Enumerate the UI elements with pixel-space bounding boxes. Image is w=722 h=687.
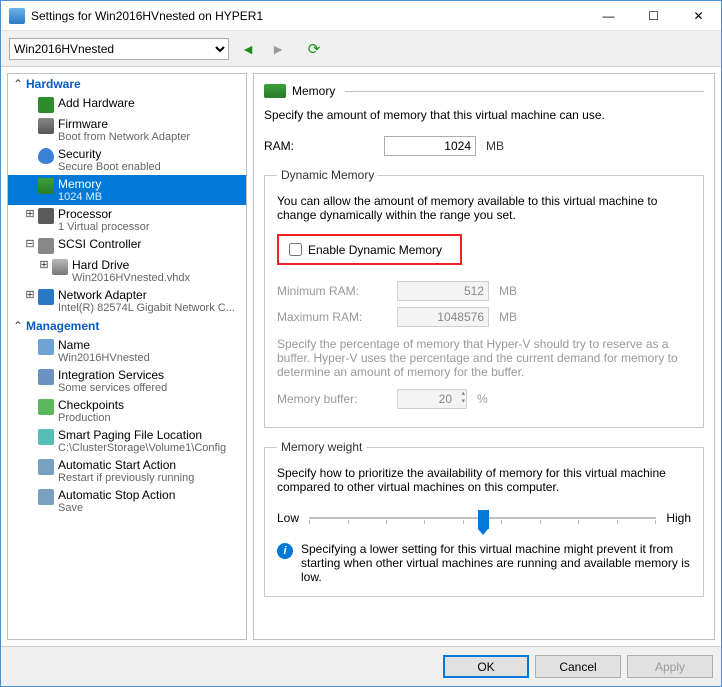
tree-item-integration[interactable]: Integration Services Some services offer… xyxy=(8,366,246,396)
vm-selector[interactable]: Win2016HVnested xyxy=(9,38,229,60)
info-icon: i xyxy=(277,543,293,559)
collapse-icon[interactable]: ⊟ xyxy=(24,237,36,250)
memory-weight-slider[interactable] xyxy=(309,508,656,528)
enable-dynamic-memory-label: Enable Dynamic Memory xyxy=(308,243,442,257)
titlebar: Settings for Win2016HVnested on HYPER1 —… xyxy=(1,1,721,31)
memory-weight-desc: Specify how to prioritize the availabili… xyxy=(277,466,691,494)
settings-window: Settings for Win2016HVnested on HYPER1 —… xyxy=(0,0,722,687)
expand-icon[interactable]: ⊞ xyxy=(24,288,36,301)
memory-header-icon xyxy=(264,84,286,98)
tree-item-checkpoints[interactable]: Checkpoints Production xyxy=(8,396,246,426)
autostop-icon xyxy=(38,489,54,505)
buffer-unit: % xyxy=(477,392,488,406)
dynamic-memory-legend: Dynamic Memory xyxy=(277,168,378,182)
dynamic-memory-desc: You can allow the amount of memory avail… xyxy=(277,194,691,222)
close-button[interactable]: ✕ xyxy=(676,1,721,30)
weight-info-text: Specifying a lower setting for this virt… xyxy=(301,542,691,584)
ram-label: RAM: xyxy=(264,139,374,153)
weight-low-label: Low xyxy=(277,511,299,525)
buffer-label: Memory buffer: xyxy=(277,392,387,406)
tree-item-autostart[interactable]: Automatic Start Action Restart if previo… xyxy=(8,456,246,486)
tree-item-add-hardware[interactable]: Add Hardware xyxy=(8,94,246,115)
expand-icon[interactable]: ⊞ xyxy=(24,207,36,220)
enable-dynamic-memory-highlight: Enable Dynamic Memory xyxy=(277,234,462,265)
memory-weight-legend: Memory weight xyxy=(277,440,366,454)
ram-unit: MB xyxy=(486,139,504,153)
nav-back-button[interactable]: ◄ xyxy=(237,38,259,60)
autostart-icon xyxy=(38,459,54,475)
panel-intro: Specify the amount of memory that this v… xyxy=(264,108,704,122)
panel-title: Memory xyxy=(292,84,335,98)
dialog-buttons: OK Cancel Apply xyxy=(1,646,721,686)
min-ram-unit: MB xyxy=(499,284,517,298)
name-icon xyxy=(38,339,54,355)
window-title: Settings for Win2016HVnested on HYPER1 xyxy=(31,9,586,23)
max-ram-input xyxy=(397,307,489,327)
shield-icon xyxy=(38,148,54,164)
firmware-icon xyxy=(38,118,54,134)
content-area: ⌃ Hardware Add Hardware Firmware Boot fr… xyxy=(1,67,721,646)
tree-item-autostop[interactable]: Automatic Stop Action Save xyxy=(8,486,246,516)
refresh-button[interactable]: ⟳ xyxy=(303,38,325,60)
min-ram-label: Minimum RAM: xyxy=(277,284,387,298)
processor-icon xyxy=(38,208,54,224)
ok-button[interactable]: OK xyxy=(443,655,529,678)
detail-panel: Memory Specify the amount of memory that… xyxy=(253,73,715,640)
tree-item-security[interactable]: Security Secure Boot enabled xyxy=(8,145,246,175)
enable-dynamic-memory-checkbox[interactable] xyxy=(289,243,302,256)
memory-icon xyxy=(38,178,54,194)
max-ram-unit: MB xyxy=(499,310,517,324)
cancel-button[interactable]: Cancel xyxy=(535,655,621,678)
checkpoints-icon xyxy=(38,399,54,415)
integration-icon xyxy=(38,369,54,385)
toolbar: Win2016HVnested ◄ ► ⟳ xyxy=(1,31,721,67)
weight-high-label: High xyxy=(666,511,691,525)
apply-button[interactable]: Apply xyxy=(627,655,713,678)
tree-category-management[interactable]: ⌃ Management xyxy=(8,316,246,336)
collapse-icon: ⌃ xyxy=(12,319,24,333)
min-ram-input xyxy=(397,281,489,301)
settings-tree[interactable]: ⌃ Hardware Add Hardware Firmware Boot fr… xyxy=(7,73,247,640)
paging-icon xyxy=(38,429,54,445)
app-icon xyxy=(9,8,25,24)
tree-item-harddrive[interactable]: ⊞ Hard Drive Win2016HVnested.vhdx xyxy=(8,256,246,286)
tree-category-hardware[interactable]: ⌃ Hardware xyxy=(8,74,246,94)
nav-forward-button[interactable]: ► xyxy=(267,38,289,60)
collapse-icon: ⌃ xyxy=(12,77,24,91)
tree-item-network-adapter[interactable]: ⊞ Network Adapter Intel(R) 82574L Gigabi… xyxy=(8,286,246,316)
maximize-button[interactable]: ☐ xyxy=(631,1,676,30)
buffer-desc: Specify the percentage of memory that Hy… xyxy=(277,337,691,379)
minimize-button[interactable]: — xyxy=(586,1,631,30)
harddrive-icon xyxy=(52,259,68,275)
slider-thumb[interactable] xyxy=(478,510,489,529)
buffer-spinner: 20 xyxy=(397,389,467,409)
add-hardware-icon xyxy=(38,97,54,113)
tree-item-firmware[interactable]: Firmware Boot from Network Adapter xyxy=(8,115,246,145)
ram-input[interactable] xyxy=(384,136,476,156)
dynamic-memory-group: Dynamic Memory You can allow the amount … xyxy=(264,168,704,428)
network-icon xyxy=(38,289,54,305)
tree-item-scsi[interactable]: ⊟ SCSI Controller xyxy=(8,235,246,256)
tree-item-paging[interactable]: Smart Paging File Location C:\ClusterSto… xyxy=(8,426,246,456)
tree-item-processor[interactable]: ⊞ Processor 1 Virtual processor xyxy=(8,205,246,235)
memory-weight-group: Memory weight Specify how to prioritize … xyxy=(264,440,704,597)
tree-item-memory[interactable]: Memory 1024 MB xyxy=(8,175,246,205)
expand-icon[interactable]: ⊞ xyxy=(38,258,50,271)
scsi-icon xyxy=(38,238,54,254)
max-ram-label: Maximum RAM: xyxy=(277,310,387,324)
tree-item-name[interactable]: Name Win2016HVnested xyxy=(8,336,246,366)
